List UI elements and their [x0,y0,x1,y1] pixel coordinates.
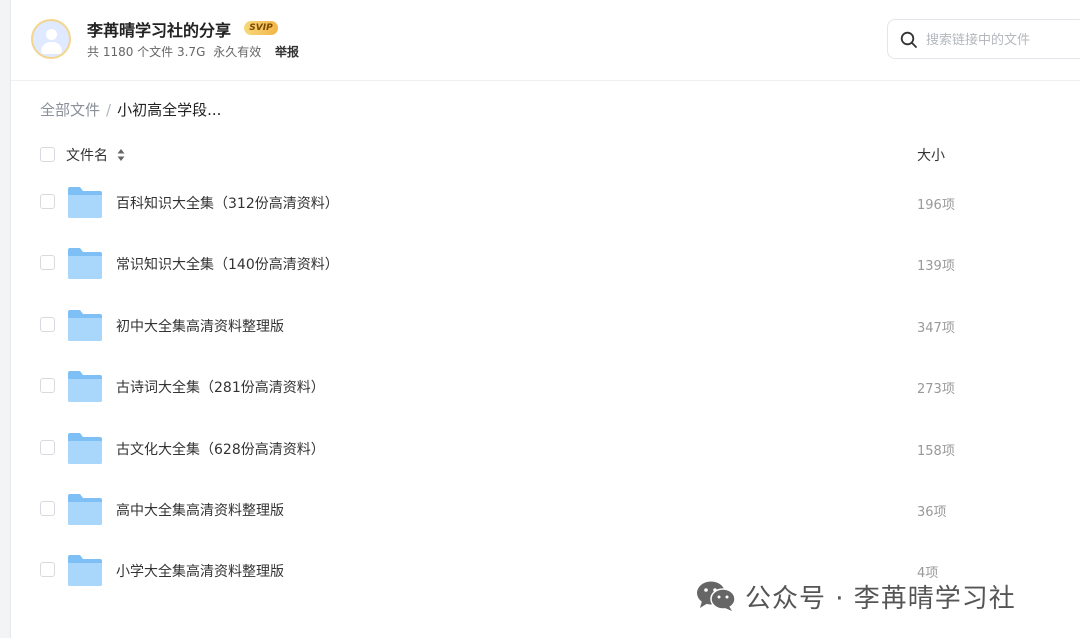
search-input[interactable] [924,29,1078,51]
share-title: 李苒晴学习社的分享 [87,21,232,40]
folder-icon [67,431,103,469]
share-panel: 李苒晴学习社的分享 SVIP 共 1180 个文件 3.7G 永久有效 举报 全… [10,0,1080,638]
file-size: 196项 [917,198,955,213]
file-row[interactable]: 高中大全集高清资料整理版 36项 [11,485,1080,535]
file-summary: 共 1180 个文件 3.7G [87,45,206,59]
file-name[interactable]: 古诗词大全集（281份高清资料） [116,377,325,397]
file-name[interactable]: 初中大全集高清资料整理版 [116,316,284,336]
row-checkbox[interactable] [40,255,55,271]
folder-icon [67,308,103,346]
breadcrumb: 全部文件 / 小初高全学段... [40,99,221,120]
select-all-checkbox[interactable] [40,147,55,162]
watermark-text: 公众号 · 李苒晴学习社 [745,584,1016,614]
search-icon [900,31,917,48]
size-column-header: 大小 [917,148,945,164]
breadcrumb-root[interactable]: 全部文件 [40,101,100,119]
folder-icon [67,369,103,407]
file-name[interactable]: 古文化大全集（628份高清资料） [116,439,325,459]
file-row[interactable]: 初中大全集高清资料整理版 347项 [11,301,1080,351]
file-name[interactable]: 常识知识大全集（140份高清资料） [116,254,339,274]
name-column-header[interactable]: 文件名 [66,145,108,165]
breadcrumb-current: 小初高全学段... [117,101,222,119]
file-size: 273项 [917,382,955,398]
row-checkbox[interactable] [40,439,55,455]
row-checkbox[interactable] [40,194,55,209]
svip-badge: SVIP [244,21,278,35]
folder-icon [67,553,103,591]
avatar[interactable] [31,19,71,59]
row-checkbox[interactable] [40,378,55,394]
report-link[interactable]: 举报 [275,45,299,59]
file-row[interactable]: 常识知识大全集（140份高清资料） 139项 [11,239,1080,289]
file-row[interactable]: 古文化大全集（628份高清资料） 158项 [11,424,1080,474]
folder-icon [67,185,103,223]
avatar-head [46,29,57,40]
file-name[interactable]: 百科知识大全集（312份高清资料） [116,193,339,213]
share-meta: 共 1180 个文件 3.7G 永久有效 举报 [87,43,303,60]
avatar-body [41,42,62,54]
row-checkbox[interactable] [40,501,55,516]
file-size: 36项 [917,505,947,520]
validity-text: 永久有效 [213,45,262,59]
folder-icon [67,492,103,530]
breadcrumb-separator: / [106,101,112,119]
search-box[interactable] [887,19,1080,59]
file-row[interactable]: 古诗词大全集（281份高清资料） 273项 [11,362,1080,412]
file-size: 139项 [917,259,955,275]
file-name[interactable]: 高中大全集高清资料整理版 [116,500,284,520]
row-checkbox[interactable] [40,562,55,578]
share-header: 李苒晴学习社的分享 SVIP 共 1180 个文件 3.7G 永久有效 举报 [11,0,1080,81]
row-checkbox[interactable] [40,316,55,332]
file-size: 347项 [917,320,955,336]
wechat-icon [697,581,736,611]
file-row[interactable]: 百科知识大全集（312份高清资料） 196项 [11,178,1080,228]
folder-icon [67,246,103,284]
sort-icon[interactable] [117,148,125,162]
file-size: 158项 [917,443,955,459]
file-name[interactable]: 小学大全集高清资料整理版 [116,561,284,581]
